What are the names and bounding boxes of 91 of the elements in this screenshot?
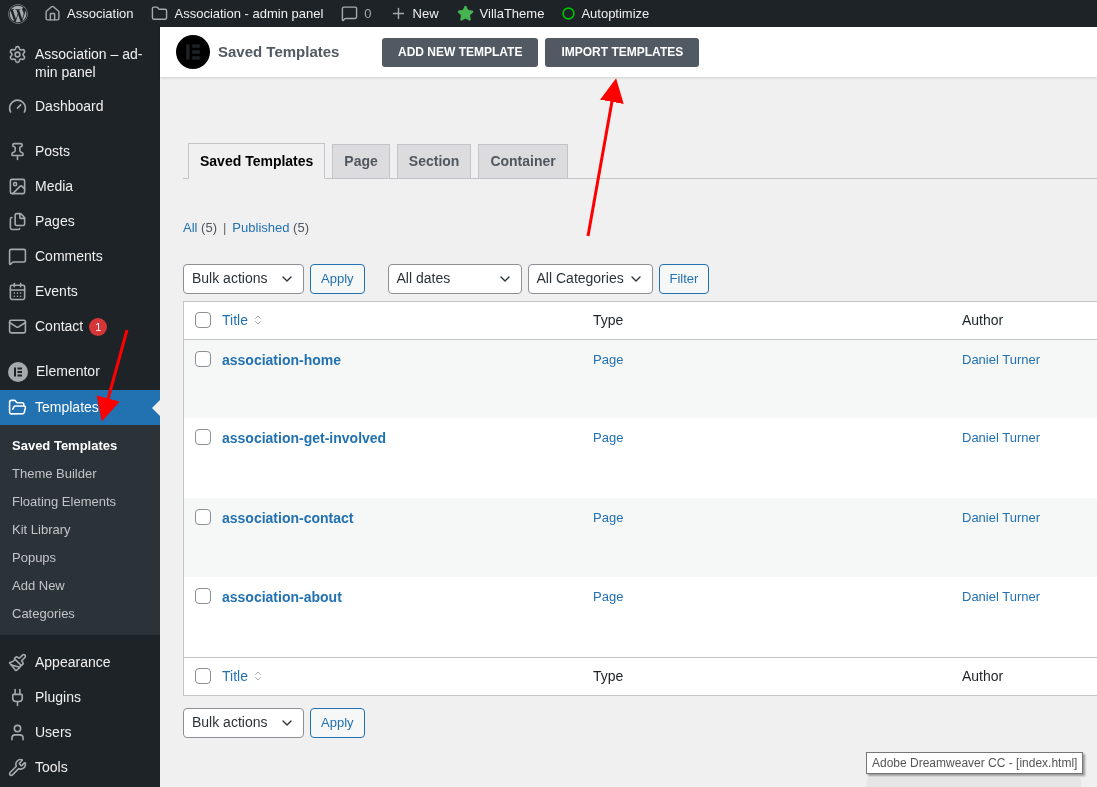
calendar-icon — [8, 282, 27, 301]
submenu-item[interactable]: Add New — [0, 572, 160, 600]
sidebar-item[interactable]: Appearance — [0, 645, 160, 680]
sidebar-item[interactable]: Comments — [0, 239, 160, 274]
elementor-icon — [8, 362, 28, 382]
comment-icon[interactable] — [341, 5, 359, 22]
submenu-item[interactable]: Saved Templates — [0, 432, 160, 460]
submenu-item[interactable]: Categories — [0, 600, 160, 628]
pages-icon — [8, 212, 27, 231]
type-link[interactable]: Page — [593, 509, 624, 525]
separator-text: | — [222, 219, 227, 237]
dropdown[interactable]: All Categories — [527, 263, 653, 294]
author-link[interactable]: Daniel Turner — [962, 430, 1041, 445]
type-link[interactable]: Page — [593, 430, 624, 445]
sidebar-item[interactable]: Elementor — [0, 354, 160, 390]
sidebar-item[interactable]: Users — [0, 715, 160, 750]
tab[interactable]: Container — [478, 144, 568, 179]
author-link[interactable]: Daniel Turner — [962, 351, 1041, 367]
sidebar-item[interactable]: Plugins — [0, 680, 160, 715]
apply-button[interactable]: Filter — [658, 263, 710, 294]
column-header: Author — [962, 311, 1004, 328]
template-title-link[interactable]: association-about — [222, 589, 342, 605]
sidebar-item[interactable]: Association – ad-min panel — [0, 37, 160, 89]
current-indicator — [152, 400, 160, 416]
elementor-icon — [176, 35, 210, 69]
admin-bar-link[interactable]: Association — [67, 3, 134, 24]
submenu-item[interactable]: Floating Elements — [0, 488, 160, 516]
template-title-link[interactable]: association-home — [222, 351, 342, 368]
admin-bar-link[interactable]: Autoptimize — [581, 3, 650, 24]
column-header: Type — [593, 667, 624, 684]
user-icon — [8, 723, 27, 742]
checkbox[interactable] — [195, 508, 211, 525]
sidebar-item[interactable]: Tools — [0, 750, 160, 785]
template-title-link[interactable]: association-get-involved — [222, 430, 387, 446]
checkbox[interactable] — [195, 588, 211, 604]
column-header[interactable]: Title — [222, 665, 248, 687]
template-title-link[interactable]: association-contact — [222, 509, 354, 526]
gauge-icon — [8, 97, 27, 116]
tab[interactable]: Section — [396, 144, 472, 179]
dropdown[interactable]: Bulk actions — [183, 263, 304, 294]
media-icon — [8, 177, 27, 196]
tab[interactable]: Saved Templates — [188, 143, 326, 179]
column-header: Author — [962, 667, 1004, 684]
checkbox[interactable] — [195, 312, 211, 328]
checkbox[interactable] — [195, 668, 211, 684]
sidebar-item[interactable]: Dashboard — [0, 89, 160, 124]
mail-icon — [8, 317, 27, 336]
folder-icon — [8, 398, 27, 417]
checkbox[interactable] — [195, 350, 211, 367]
status-link[interactable]: All (5) — [183, 218, 217, 238]
gear-icon — [8, 45, 27, 64]
admin-bar-link[interactable]: New — [412, 3, 439, 24]
author-link[interactable]: Daniel Turner — [962, 509, 1041, 525]
type-link[interactable]: Page — [593, 351, 624, 367]
header-button[interactable]: IMPORT TEMPLATES — [545, 37, 700, 67]
submenu-item[interactable]: Popups — [0, 544, 160, 572]
sidebar-item[interactable]: Templates — [0, 390, 160, 425]
checkbox[interactable] — [195, 429, 211, 445]
author-link[interactable]: Daniel Turner — [962, 589, 1041, 604]
folder-icon[interactable] — [151, 5, 169, 22]
home-icon[interactable] — [44, 5, 61, 22]
admin-bar-link[interactable]: Association - admin panel — [174, 3, 324, 24]
dropdown[interactable]: All dates — [387, 263, 522, 294]
sidebar-item[interactable]: Pages — [0, 204, 160, 239]
sidebar-item[interactable]: Contact 1 — [0, 309, 160, 344]
apply-button[interactable]: Apply — [310, 263, 365, 294]
brush-icon — [8, 653, 27, 672]
type-link[interactable]: Page — [593, 589, 624, 604]
pin-icon — [8, 142, 27, 161]
sidebar-item[interactable]: Posts — [0, 134, 160, 169]
comment-icon — [8, 247, 27, 266]
tooltip: Adobe Dreamweaver CC - [index.html] — [866, 752, 1084, 774]
sidebar-item[interactable]: Media — [0, 169, 160, 204]
dropdown[interactable]: Bulk actions — [183, 707, 304, 738]
tab[interactable]: Page — [332, 144, 390, 179]
apply-button[interactable]: Apply — [310, 707, 365, 738]
submenu-item[interactable]: Theme Builder — [0, 460, 160, 488]
wrench-icon — [8, 758, 27, 777]
admin-bar-link[interactable]: 0 — [364, 3, 372, 24]
star-icon[interactable] — [456, 5, 474, 22]
wordpress-logo[interactable] — [8, 3, 28, 24]
sidebar-item[interactable]: Events — [0, 274, 160, 309]
admin-bar-link[interactable]: VillaTheme — [479, 3, 545, 24]
ring-icon[interactable] — [562, 7, 576, 20]
header-button[interactable]: ADD NEW TEMPLATE — [382, 37, 539, 67]
status-link[interactable]: Published (5) — [232, 218, 309, 238]
column-header: Type — [593, 311, 624, 328]
page-title: Saved Templates — [218, 41, 341, 62]
submenu-item[interactable]: Kit Library — [0, 516, 160, 544]
column-header[interactable]: Title — [222, 309, 248, 331]
count-badge: 1 — [89, 318, 108, 336]
